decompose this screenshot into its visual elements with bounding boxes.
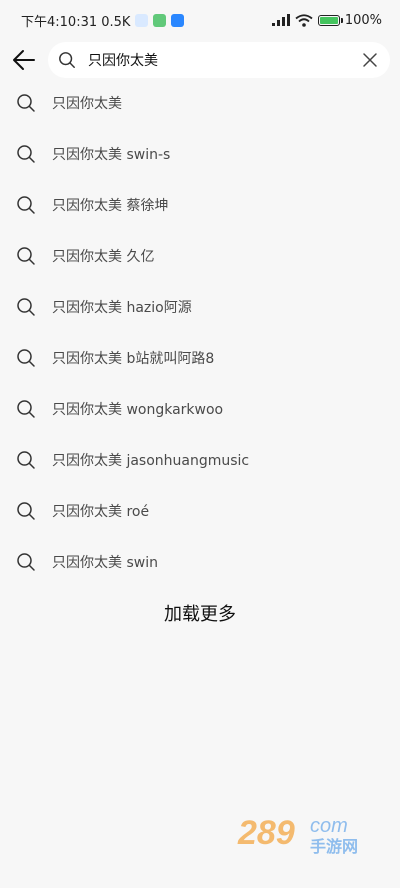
- watermark-number: 289: [237, 814, 295, 852]
- search-icon: [17, 196, 35, 214]
- search-icon: [17, 145, 35, 163]
- watermark-domain: com: [310, 815, 348, 837]
- status-right: 100%: [271, 12, 382, 28]
- suggestion-item[interactable]: 只因你太美 swin: [0, 536, 400, 587]
- search-input[interactable]: [88, 49, 348, 71]
- suggestion-item[interactable]: 只因你太美 roé: [0, 485, 400, 536]
- suggestion-item[interactable]: 只因你太美 wongkarkwoo: [0, 383, 400, 434]
- suggestion-list: 只因你太美 只因你太美 swin-s 只因你太美 蔡徐坤 只因你太美 久亿 只因…: [0, 77, 400, 587]
- search-icon: [59, 52, 75, 68]
- status-left: 下午4:10:31 0.5K: [21, 11, 185, 30]
- status-bar: 下午4:10:31 0.5K 100%: [0, 0, 400, 40]
- suggestion-label: 只因你太美 roé: [52, 504, 150, 520]
- watermark-site-name: 手游网: [310, 837, 358, 854]
- notification-app-icon: [135, 13, 149, 27]
- suggestion-label: 只因你太美 wongkarkwoo: [52, 402, 224, 418]
- search-icon: [17, 94, 35, 112]
- battery-tip: [340, 17, 343, 23]
- suggestion-label: 只因你太美 b站就叫阿路8: [52, 351, 215, 367]
- search-icon: [17, 553, 35, 571]
- suggestion-item[interactable]: 只因你太美 swin-s: [0, 128, 400, 179]
- suggestion-item[interactable]: 只因你太美 b站就叫阿路8: [0, 332, 400, 383]
- search-icon: [17, 298, 35, 316]
- search-icon: [17, 451, 35, 469]
- battery-text: 100%: [344, 12, 382, 28]
- load-more-button[interactable]: 加载更多: [0, 600, 400, 626]
- search-icon: [17, 247, 35, 265]
- suggestion-label: 只因你太美 swin-s: [52, 147, 171, 163]
- suggestion-item[interactable]: 只因你太美 jasonhuangmusic: [0, 434, 400, 485]
- suggestion-label: 只因你太美: [52, 96, 122, 112]
- status-time-network: 下午4:10:31 0.5K: [21, 14, 131, 30]
- suggestion-item[interactable]: 只因你太美: [0, 77, 400, 128]
- suggestion-item[interactable]: 只因你太美 hazio阿源: [0, 281, 400, 332]
- suggestion-label: 只因你太美 swin: [52, 555, 158, 571]
- suggestion-label: 只因你太美 久亿: [52, 249, 155, 265]
- signal-icon: [271, 14, 290, 26]
- download-app-icon: [153, 13, 167, 27]
- wifi-icon: [295, 13, 313, 27]
- suggestion-item[interactable]: 只因你太美 久亿: [0, 230, 400, 281]
- suggestion-label: 只因你太美 hazio阿源: [52, 300, 192, 316]
- close-icon[interactable]: [362, 52, 378, 68]
- battery-icon: [317, 14, 343, 26]
- suggestion-label: 只因你太美 蔡徐坤: [52, 198, 169, 214]
- search-icon: [17, 349, 35, 367]
- suggestion-label: 只因你太美 jasonhuangmusic: [52, 453, 250, 469]
- search-header: [0, 40, 400, 80]
- site-watermark-logo: 289 com 手游网: [237, 814, 358, 854]
- suggestion-item[interactable]: 只因你太美 蔡徐坤: [0, 179, 400, 230]
- battery-fill: [319, 16, 338, 24]
- arrow-left-icon[interactable]: [10, 46, 38, 74]
- search-box[interactable]: [48, 42, 390, 78]
- search-icon: [17, 502, 35, 520]
- search-icon: [17, 400, 35, 418]
- messenger-app-icon: [171, 13, 185, 27]
